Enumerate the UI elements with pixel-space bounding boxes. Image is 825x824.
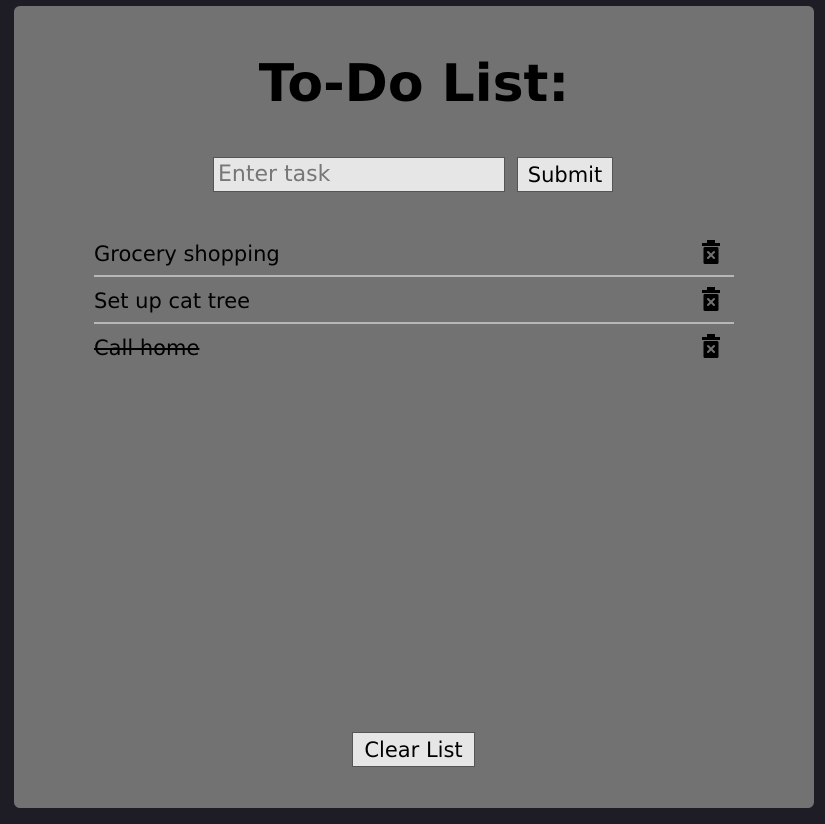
task-text[interactable]: Call home (94, 334, 199, 360)
task-input[interactable] (213, 157, 505, 192)
list-item[interactable]: Call home (94, 324, 734, 369)
trash-icon[interactable] (702, 334, 720, 358)
task-text[interactable]: Set up cat tree (94, 287, 250, 313)
list-item[interactable]: Grocery shopping (94, 230, 734, 277)
trash-icon[interactable] (702, 240, 720, 264)
submit-button[interactable]: Submit (517, 157, 613, 192)
page-title: To-Do List: (258, 54, 570, 114)
task-text[interactable]: Grocery shopping (94, 240, 280, 266)
trash-icon[interactable] (702, 287, 720, 311)
task-list: Grocery shopping Set up cat tree Call ho… (94, 230, 734, 369)
todo-panel: To-Do List: Submit Grocery shopping Set … (14, 6, 814, 808)
clear-list-button[interactable]: Clear List (352, 732, 475, 767)
task-form: Submit (213, 157, 613, 192)
list-item[interactable]: Set up cat tree (94, 277, 734, 324)
